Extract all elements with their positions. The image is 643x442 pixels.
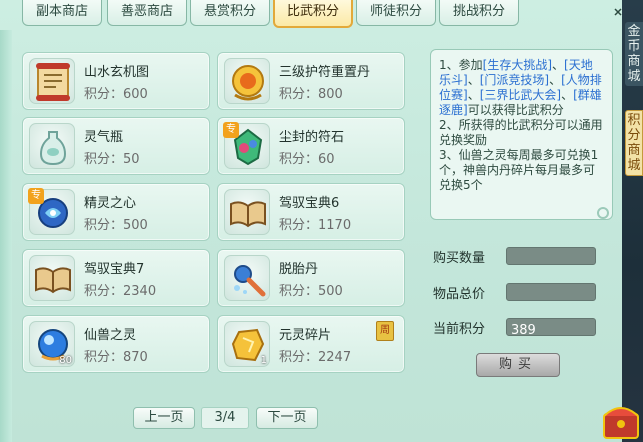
window-left-edge	[0, 30, 12, 442]
tab-bounty-points[interactable]: 悬赏积分	[190, 0, 270, 26]
buy-button[interactable]: 购买	[476, 353, 560, 377]
rules-text-outro: 可以获得比武积分	[467, 103, 564, 117]
item-quantity: 80	[59, 355, 72, 366]
item-name: 仙兽之灵	[84, 328, 137, 343]
item-price: 积分：600	[84, 87, 148, 102]
item-price: 积分：800	[279, 87, 343, 102]
item-price: 积分：60	[279, 152, 335, 167]
item-price: 积分：50	[84, 152, 140, 167]
separator: 、	[467, 73, 480, 87]
separator: 、	[561, 88, 574, 102]
vase-icon	[29, 123, 75, 169]
elixir-icon	[224, 255, 270, 301]
tab-karma-shop[interactable]: 善恶商店	[107, 0, 187, 26]
prev-page-button[interactable]: 上一页	[133, 407, 195, 429]
total-price-field	[506, 283, 596, 301]
tab-challenge-points[interactable]: 挑战积分	[439, 0, 519, 26]
quantity-input[interactable]	[506, 247, 596, 265]
item-name: 精灵之心	[84, 196, 137, 211]
exclusive-badge: 专	[223, 122, 239, 138]
link-three-realms-tournament[interactable]: [三界比武大会]	[480, 88, 561, 102]
close-icon[interactable]	[614, 8, 622, 16]
item-price: 积分：1170	[279, 218, 352, 233]
decor-swirl-icon	[597, 207, 609, 219]
exclusive-badge: 专	[28, 188, 44, 204]
shop-item[interactable]: 专 尘封的符石 积分：60	[217, 117, 405, 175]
rune-stone-icon: 专	[223, 122, 270, 169]
item-name: 三级护符重置丹	[279, 65, 371, 80]
rules-text-intro: 1、参加	[439, 58, 483, 72]
current-points-field: 389	[506, 318, 596, 338]
scroll-icon	[29, 58, 75, 104]
item-price: 积分：870	[84, 350, 148, 365]
quantity-value	[507, 252, 511, 267]
rules-panel: 1、参加[生存大挑战]、[天地乐斗]、[门派竞技场]、[人物排位赛]、[三界比武…	[430, 49, 613, 220]
item-price: 积分：500	[84, 218, 148, 233]
shop-item[interactable]: 80 仙兽之灵 积分：870	[22, 315, 210, 373]
tab-dungeon-shop[interactable]: 副本商店	[22, 0, 102, 26]
item-name: 脱胎丹	[279, 262, 319, 277]
quantity-label: 购买数量	[433, 251, 486, 266]
item-price: 积分：500	[279, 284, 343, 299]
separator: 、	[549, 73, 562, 87]
weekly-tag: 周	[376, 321, 394, 341]
hud-tab-gold-shop[interactable]: 金币商城	[625, 22, 643, 86]
rules-line-3: 3、仙兽之灵每周最多可兑换1个，神兽内丹碎片每月最多可兑换5个	[439, 148, 599, 192]
page-indicator: 3/4	[201, 407, 249, 429]
item-name: 尘封的符石	[279, 130, 345, 145]
item-name: 山水玄机图	[84, 65, 150, 80]
shop-item[interactable]: 灵气瓶 积分：50	[22, 117, 210, 175]
item-name: 驾驭宝典6	[279, 196, 340, 211]
book-icon	[29, 255, 75, 301]
current-points-value: 389	[511, 323, 536, 338]
shop-item[interactable]: 1 元灵碎片 积分：2247 周	[217, 315, 405, 373]
separator: 、	[552, 58, 565, 72]
item-price: 积分：2247	[279, 350, 352, 365]
separator: 、	[467, 88, 480, 102]
spirit-heart-icon: 专	[28, 188, 75, 235]
current-points-label: 当前积分	[433, 322, 486, 337]
rules-line-2: 2、所获得的比武积分可以通用兑换奖励	[439, 118, 603, 147]
item-price: 积分：2340	[84, 284, 157, 299]
next-page-button[interactable]: 下一页	[256, 407, 318, 429]
shop-item[interactable]: 三级护符重置丹 积分：800	[217, 52, 405, 110]
item-name: 灵气瓶	[84, 130, 124, 145]
link-sect-arena[interactable]: [门派竞技场]	[480, 73, 549, 87]
book-icon	[224, 189, 270, 235]
shop-item[interactable]: 专 精灵之心 积分：500	[22, 183, 210, 241]
link-survival-challenge[interactable]: [生存大挑战]	[483, 58, 552, 72]
tab-mentor-points[interactable]: 师徒积分	[356, 0, 436, 26]
shop-item[interactable]: 驾驭宝典7 积分：2340	[22, 249, 210, 307]
shop-item[interactable]: 脱胎丹 积分：500	[217, 249, 405, 307]
item-name: 驾驭宝典7	[84, 262, 145, 277]
treasure-chest-icon[interactable]	[598, 398, 643, 442]
beast-spirit-orb-icon: 80	[29, 321, 75, 367]
golden-amulet-icon	[224, 58, 270, 104]
tab-arena-points[interactable]: 比武积分	[273, 0, 353, 28]
shop-item[interactable]: 山水玄机图 积分：600	[22, 52, 210, 110]
total-price-value	[507, 288, 511, 303]
yuanling-shard-icon: 1	[224, 321, 270, 367]
shop-item[interactable]: 驾驭宝典6 积分：1170	[217, 183, 405, 241]
item-name: 元灵碎片	[279, 328, 332, 343]
total-price-label: 物品总价	[433, 287, 486, 302]
hud-tab-points-shop[interactable]: 积分商城	[625, 110, 643, 176]
item-quantity: 1	[260, 355, 267, 366]
